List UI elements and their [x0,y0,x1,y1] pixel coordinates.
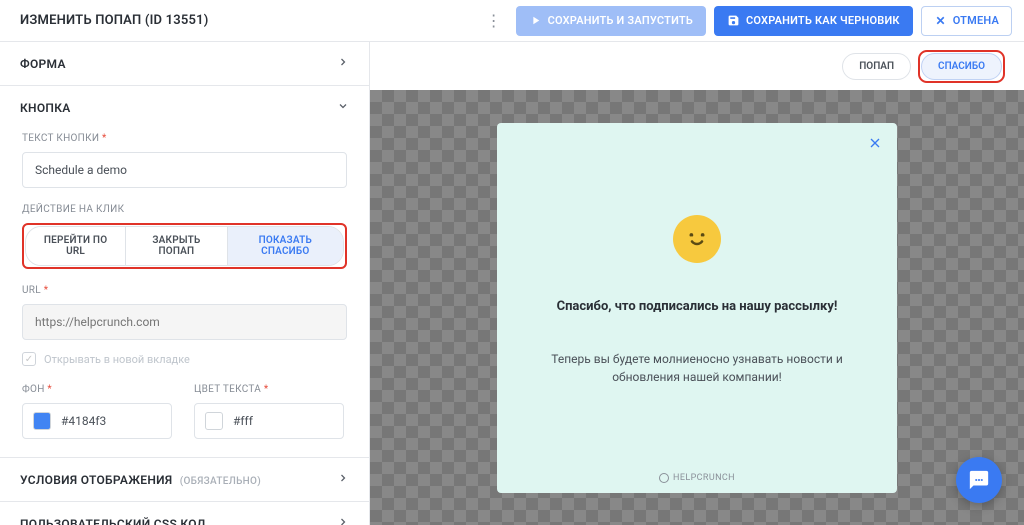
more-menu-icon[interactable]: ⋮ [480,11,508,30]
play-icon [529,14,542,27]
text-color-swatch [205,412,223,430]
section-form-title: ФОРМА [20,57,66,71]
bg-color-input[interactable]: #4184f3 [22,403,172,439]
chevron-right-icon [337,516,349,525]
preview-tab-thanks[interactable]: СПАСИБО [921,53,1002,80]
bg-color-label: ФОН [22,384,172,395]
open-new-tab-row[interactable]: ✓ Открывать в новой вкладке [22,352,347,366]
open-new-tab-label: Открывать в новой вкладке [44,353,190,366]
section-css-header[interactable]: ПОЛЬЗОВАТЕЛЬСКИЙ CSS КОД [0,502,369,525]
text-color-input[interactable]: #fff [194,403,344,439]
text-color-label: ЦВЕТ ТЕКСТА [194,384,344,395]
save-and-run-button[interactable]: СОХРАНИТЬ И ЗАПУСТИТЬ [516,6,706,36]
url-input [22,304,347,340]
popup-brand: HELPCRUNCH [659,473,735,483]
chat-widget-button[interactable] [956,457,1002,503]
smile-icon [673,215,721,263]
close-icon [934,14,947,27]
close-icon [867,135,883,151]
brand-icon [659,473,669,483]
chevron-right-icon [337,472,349,487]
thank-you-popup: Спасибо, что подписались на нашу рассылк… [497,123,897,493]
settings-sidebar: ФОРМА КНОПКА ТЕКСТ КНОПКИ [0,42,370,525]
cancel-button[interactable]: ОТМЕНА [921,6,1012,36]
chevron-down-icon [337,100,349,115]
popup-close-button[interactable] [867,135,883,155]
page-title: ИЗМЕНИТЬ ПОПАП (ID 13551) [12,13,472,28]
save-icon [727,14,740,27]
preview-tab-popup[interactable]: ПОПАП [842,53,911,80]
section-button-header[interactable]: КНОПКА [0,86,369,129]
popup-body: Теперь вы будете молниеносно узнавать но… [523,350,871,387]
url-label: URL [22,285,347,296]
highlight-click-actions: ПЕРЕЙТИ ПО URL ЗАКРЫТЬ ПОПАП ПОКАЗАТЬ СП… [22,223,347,269]
action-show-thanks[interactable]: ПОКАЗАТЬ СПАСИБО [228,227,343,265]
chat-icon [968,469,990,491]
checkbox-icon: ✓ [22,352,36,366]
action-close-popup[interactable]: ЗАКРЫТЬ ПОПАП [126,227,227,265]
section-form-header[interactable]: ФОРМА [0,42,369,85]
highlight-thanks-tab: СПАСИБО [921,53,1002,80]
action-go-url[interactable]: ПЕРЕЙТИ ПО URL [26,227,126,265]
click-action-segmented: ПЕРЕЙТИ ПО URL ЗАКРЫТЬ ПОПАП ПОКАЗАТЬ СП… [25,226,344,266]
save-draft-button[interactable]: СОХРАНИТЬ КАК ЧЕРНОВИК [714,6,913,36]
preview-area: ПОПАП СПАСИБО Спасибо, что подписались н… [370,42,1024,525]
section-conditions-header[interactable]: УСЛОВИЯ ОТОБРАЖЕНИЯ (ОБЯЗАТЕЛЬНО) [0,458,369,501]
chevron-right-icon [337,56,349,71]
text-color-value: #fff [233,414,253,428]
button-text-label: ТЕКСТ КНОПКИ [22,133,347,144]
section-css-title: ПОЛЬЗОВАТЕЛЬСКИЙ CSS КОД [20,517,206,525]
preview-canvas: Спасибо, что подписались на нашу рассылк… [370,90,1024,525]
bg-color-swatch [33,412,51,430]
topbar: ИЗМЕНИТЬ ПОПАП (ID 13551) ⋮ СОХРАНИТЬ И … [0,0,1024,42]
button-text-input[interactable] [22,152,347,188]
section-button-title: КНОПКА [20,101,71,115]
section-conditions-title: УСЛОВИЯ ОТОБРАЖЕНИЯ (ОБЯЗАТЕЛЬНО) [20,473,261,487]
preview-toolbar: ПОПАП СПАСИБО [370,42,1024,90]
popup-heading: Спасибо, что подписались на нашу рассылк… [557,299,838,314]
bg-color-value: #4184f3 [61,414,106,428]
click-action-label: ДЕЙСТВИЕ НА КЛИК [22,204,347,215]
